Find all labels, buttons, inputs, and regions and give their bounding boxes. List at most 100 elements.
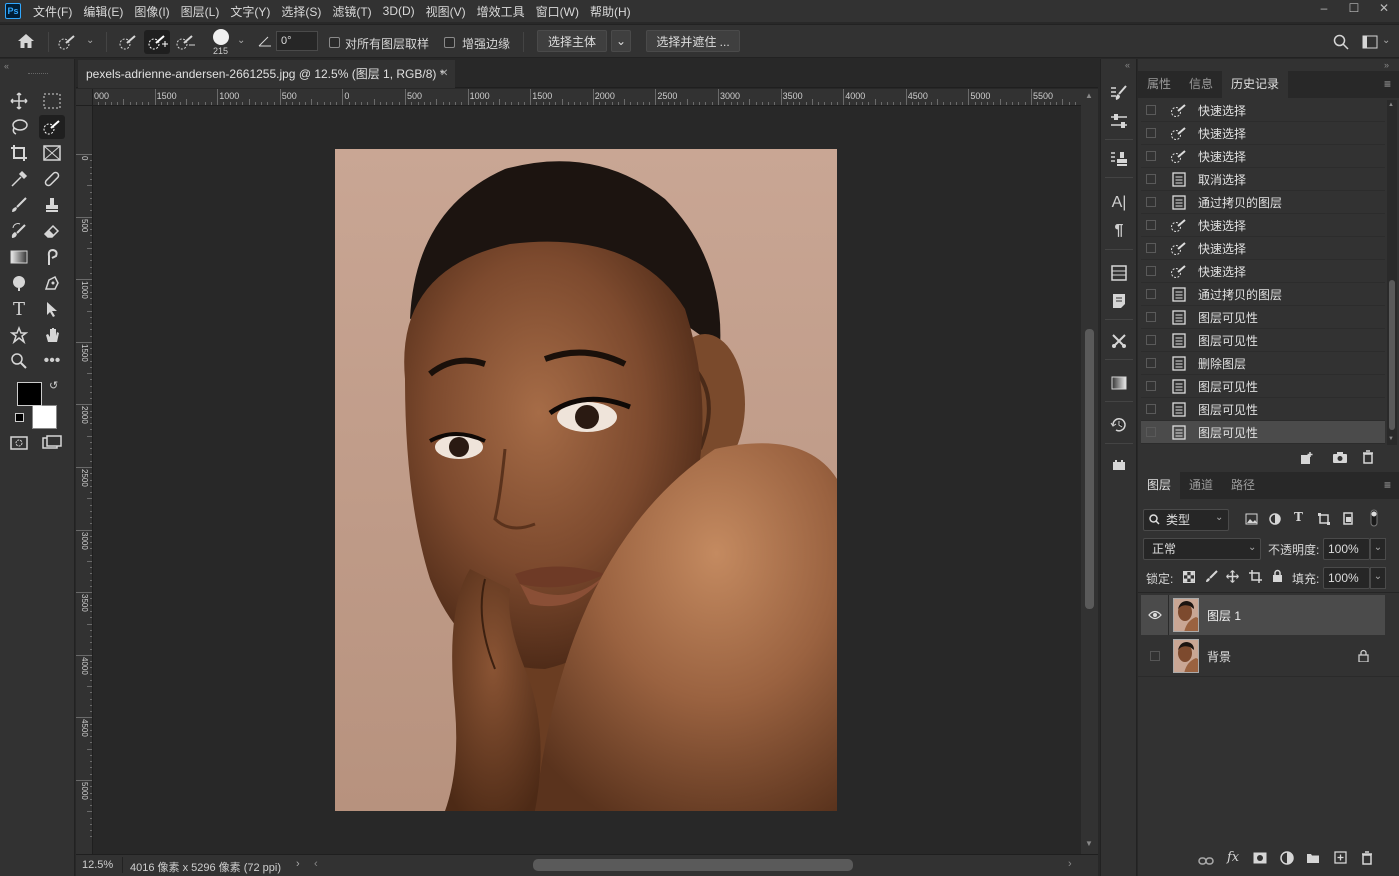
filter-toggle-icon[interactable]	[1370, 509, 1378, 527]
path-selection-tool-icon[interactable]	[39, 297, 65, 321]
new-snapshot-icon[interactable]	[1332, 451, 1348, 467]
tool-presets-icon[interactable]	[1109, 331, 1129, 351]
clone-stamp-tool-icon[interactable]	[39, 193, 65, 217]
lock-all-icon[interactable]	[1272, 569, 1283, 585]
tab-properties[interactable]: 属性	[1138, 71, 1180, 98]
history-item[interactable]: 快速选择	[1141, 260, 1385, 283]
history-brush-tool-icon[interactable]	[6, 219, 32, 243]
type-tool-icon[interactable]: T	[6, 297, 32, 321]
home-icon[interactable]	[17, 33, 35, 52]
collapse-toolbar-icon[interactable]: «	[4, 61, 9, 71]
lock-position-icon[interactable]	[1226, 570, 1239, 586]
history-snapshot-source-checkbox[interactable]	[1146, 427, 1156, 437]
history-item[interactable]: 快速选择	[1141, 145, 1385, 168]
filter-chevron-icon[interactable]: ⌄	[1215, 512, 1223, 523]
quick-select-preset-icon[interactable]	[58, 34, 80, 53]
healing-brush-tool-icon[interactable]	[39, 167, 65, 191]
crop-tool-icon[interactable]	[6, 141, 32, 165]
tab-channels[interactable]: 通道	[1180, 472, 1222, 499]
brush-settings-icon[interactable]	[1109, 83, 1129, 103]
history-snapshot-source-checkbox[interactable]	[1146, 128, 1156, 138]
eyedropper-tool-icon[interactable]	[6, 167, 32, 191]
history-item[interactable]: 快速选择	[1141, 214, 1385, 237]
history-scrollbar[interactable]: ▲ ▼	[1387, 100, 1397, 445]
lock-transparent-pixels-icon[interactable]	[1183, 571, 1195, 586]
history-item[interactable]: 图层可见性	[1141, 398, 1385, 421]
select-subject-button[interactable]: 选择主体	[537, 30, 607, 52]
quick-mask-icon[interactable]	[6, 431, 32, 455]
lock-image-pixels-icon[interactable]	[1205, 570, 1218, 586]
history-item[interactable]: 图层可见性	[1141, 421, 1385, 444]
opacity-input[interactable]: 100%	[1323, 538, 1370, 560]
more-tools-icon[interactable]: •••	[39, 349, 65, 373]
layer-thumbnail[interactable]	[1173, 598, 1199, 632]
filter-pixel-layers-icon[interactable]	[1245, 513, 1258, 528]
smudge-tool-icon[interactable]	[39, 245, 65, 269]
maximize-button[interactable]: ☐	[1339, 0, 1369, 16]
toolbar-grip[interactable]	[28, 73, 48, 75]
layer-name[interactable]: 图层 1	[1207, 607, 1241, 624]
fill-input[interactable]: 100%	[1323, 567, 1370, 589]
brush-picker-chevron-icon[interactable]: ⌄	[237, 35, 245, 46]
horizontal-scroll-thumb[interactable]	[533, 859, 853, 871]
paragraph-icon[interactable]: ¶	[1109, 221, 1129, 241]
clone-source-icon[interactable]	[1109, 149, 1129, 169]
layer-row-layer1[interactable]: 图层 1	[1141, 595, 1385, 635]
menu-edit[interactable]: 编辑(E)	[83, 3, 123, 20]
filter-type-layers-icon[interactable]: T	[1294, 510, 1303, 524]
new-document-from-state-icon[interactable]	[1300, 451, 1314, 468]
brush-tool-icon[interactable]	[6, 193, 32, 217]
lock-artboard-icon[interactable]	[1249, 570, 1262, 586]
libraries-icon[interactable]	[1109, 263, 1129, 283]
delete-state-icon[interactable]	[1362, 450, 1374, 467]
close-button[interactable]: ✕	[1369, 0, 1399, 16]
expand-panels-icon[interactable]: «	[1125, 60, 1130, 70]
select-subject-dropdown-icon[interactable]: ⌄	[611, 30, 631, 52]
menu-window[interactable]: 窗口(W)	[536, 3, 579, 20]
visibility-toggle-off[interactable]	[1141, 651, 1168, 661]
new-selection-icon[interactable]	[117, 33, 139, 54]
menu-plugins[interactable]: 增效工具	[477, 3, 525, 20]
eraser-tool-icon[interactable]	[39, 219, 65, 243]
filter-shape-layers-icon[interactable]	[1318, 513, 1330, 528]
history-panel-icon[interactable]	[1109, 415, 1129, 435]
history-item[interactable]: 删除图层	[1141, 352, 1385, 375]
default-colors-icon[interactable]	[15, 413, 24, 422]
history-snapshot-source-checkbox[interactable]	[1146, 174, 1156, 184]
add-mask-icon[interactable]	[1253, 852, 1267, 867]
dodge-tool-icon[interactable]	[6, 271, 32, 295]
menu-type[interactable]: 文字(Y)	[230, 3, 270, 20]
delete-layer-icon[interactable]	[1361, 851, 1373, 868]
workspace-icon[interactable]	[1362, 35, 1378, 52]
visibility-eye-icon[interactable]	[1141, 610, 1168, 620]
collapse-right-panels-icon[interactable]: »	[1384, 60, 1389, 70]
history-snapshot-source-checkbox[interactable]	[1146, 335, 1156, 345]
history-item[interactable]: 图层可见性	[1141, 329, 1385, 352]
new-adjustment-layer-icon[interactable]	[1280, 851, 1294, 868]
chevron-down-icon[interactable]: ⌄	[86, 35, 94, 46]
frame-tool-icon[interactable]	[39, 141, 65, 165]
layer-thumbnail[interactable]	[1173, 639, 1199, 673]
marquee-tool-icon[interactable]	[39, 89, 65, 113]
opacity-chevron-icon[interactable]: ⌄	[1370, 538, 1386, 560]
history-snapshot-source-checkbox[interactable]	[1146, 243, 1156, 253]
add-to-selection-icon[interactable]	[144, 30, 170, 54]
adjustments-icon[interactable]	[1109, 111, 1129, 131]
select-and-mask-button[interactable]: 选择并遮住 ...	[646, 30, 740, 52]
menu-view[interactable]: 视图(V)	[426, 3, 466, 20]
actions-icon[interactable]	[1109, 455, 1129, 475]
brush-preview-icon[interactable]	[213, 29, 229, 45]
history-item[interactable]: 图层可见性	[1141, 375, 1385, 398]
history-snapshot-source-checkbox[interactable]	[1146, 404, 1156, 414]
vertical-scroll-thumb[interactable]	[1085, 329, 1094, 609]
angle-input[interactable]: 0°	[276, 31, 318, 51]
history-item[interactable]: 快速选择	[1141, 237, 1385, 260]
zoom-level[interactable]: 12.5%	[82, 859, 113, 871]
menu-help[interactable]: 帮助(H)	[590, 3, 631, 20]
history-snapshot-source-checkbox[interactable]	[1146, 220, 1156, 230]
lasso-tool-icon[interactable]	[6, 115, 32, 139]
history-snapshot-source-checkbox[interactable]	[1146, 381, 1156, 391]
document-tab[interactable]: pexels-adrienne-andersen-2661255.jpg @ 1…	[78, 60, 455, 88]
menu-3d[interactable]: 3D(D)	[383, 4, 415, 18]
canvas-area[interactable]	[93, 106, 1081, 854]
